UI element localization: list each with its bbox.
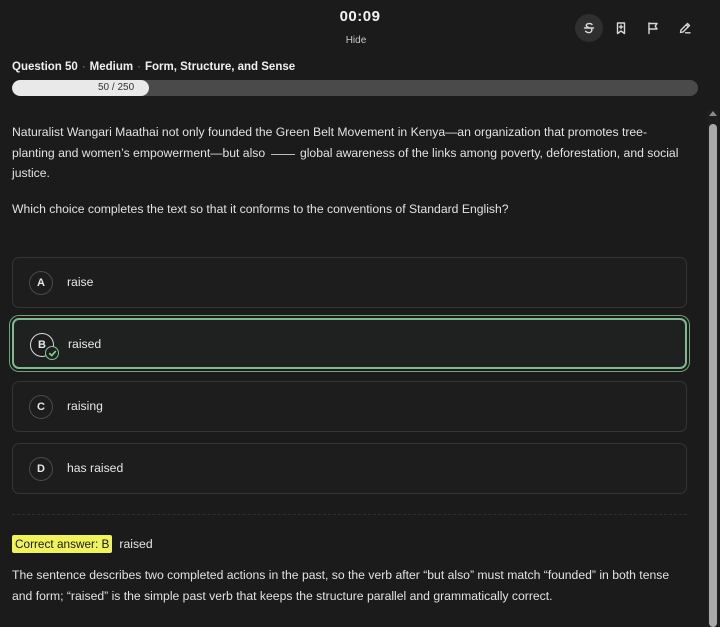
scrollbar-thumb[interactable] <box>709 124 717 627</box>
choice-letter: A <box>29 271 53 295</box>
choice-letter: D <box>29 457 53 481</box>
strikethrough-tool-button[interactable] <box>575 14 603 42</box>
choice-a[interactable]: A raise <box>12 257 687 308</box>
flag-tool-button[interactable] <box>639 14 667 42</box>
progress-label: 50 / 250 <box>98 82 135 93</box>
question-meta: Question 50 · Medium · Form, Structure, and … <box>12 61 295 73</box>
choice-letter: C <box>29 395 53 419</box>
strikethrough-icon <box>583 22 595 34</box>
choice-text: raised <box>68 337 102 351</box>
blank <box>270 153 295 155</box>
explanation-text: The sentence describes two completed act… <box>12 568 670 603</box>
hide-timer-button[interactable]: Hide <box>335 35 377 46</box>
progress-bar: 50 / 250 <box>12 80 698 96</box>
choice-text: has raised <box>67 461 124 475</box>
choice-text: raise <box>67 275 94 289</box>
correct-answer-text: raised <box>119 537 153 551</box>
pencil-icon <box>679 22 691 34</box>
flag-icon <box>648 22 658 35</box>
difficulty-label: Medium <box>89 61 134 73</box>
question-prompt: Which choice completes the text so that … <box>12 202 509 216</box>
correct-check-icon <box>45 346 59 360</box>
choice-b[interactable]: B raised <box>12 318 687 369</box>
passage-text: Naturalist Wangari Maathai not only foun… <box>12 122 680 184</box>
question-number: Question 50 <box>12 61 78 73</box>
correct-answer-label: Correct answer: B <box>12 535 113 553</box>
choice-text: raising <box>67 399 103 413</box>
bookmark-tool-button[interactable] <box>607 14 635 42</box>
scroll-up-arrow-icon[interactable] <box>709 111 717 116</box>
divider <box>12 514 687 515</box>
pencil-tool-button[interactable] <box>671 14 699 42</box>
choice-d[interactable]: D has raised <box>12 443 687 494</box>
separator-dot: · <box>81 61 86 73</box>
toolbar <box>575 14 699 42</box>
choice-c[interactable]: C raising <box>12 381 687 432</box>
quiz-app: { "header": { "timer": "00:09", "hide_la… <box>0 0 720 627</box>
bookmark-icon <box>616 22 626 35</box>
topic-label: Form, Structure, and Sense <box>144 61 296 73</box>
separator-dot: · <box>137 61 141 73</box>
correct-answer-row: Correct answer: B raised <box>12 535 153 553</box>
